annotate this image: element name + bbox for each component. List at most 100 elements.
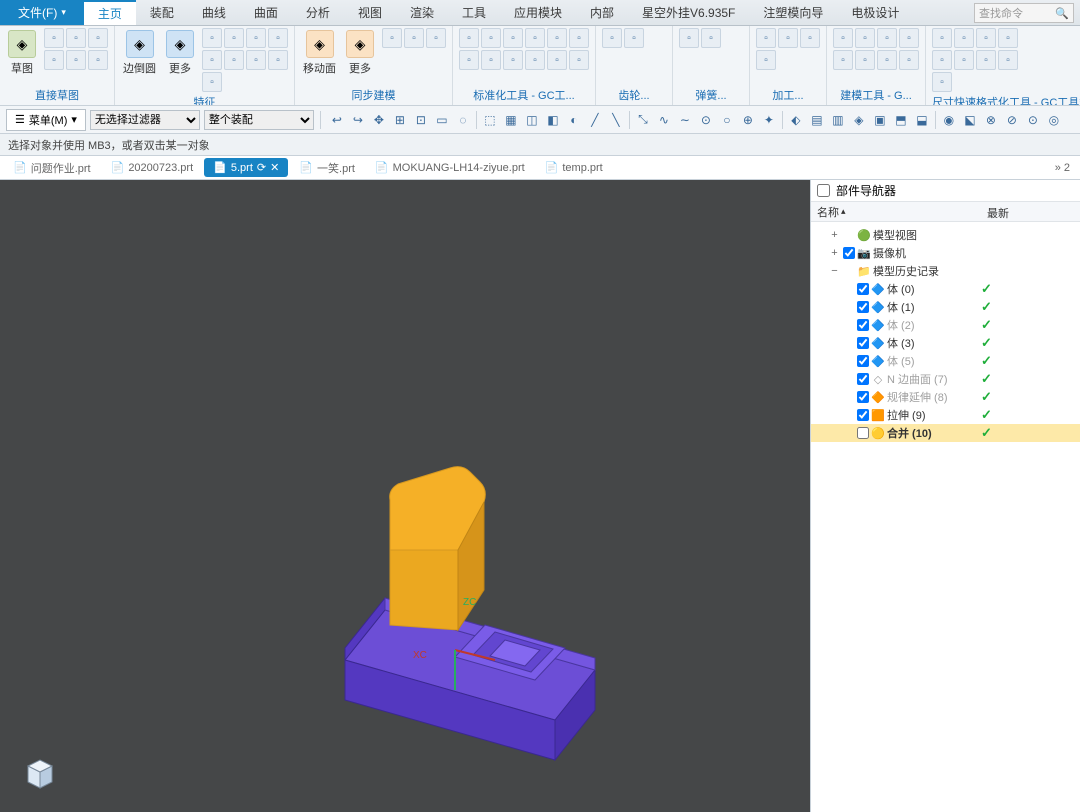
toolbar-icon[interactable]: ╲ (606, 110, 626, 130)
command-search[interactable]: 查找命令 🔍 (974, 3, 1074, 23)
ribbon-small-button[interactable]: ▫ (833, 50, 853, 70)
toolbar-icon[interactable]: ∼ (675, 110, 695, 130)
ribbon-small-button[interactable]: ▫ (547, 28, 567, 48)
ribbon-small-button[interactable]: ▫ (44, 28, 64, 48)
ribbon-small-button[interactable]: ▫ (998, 50, 1018, 70)
ribbon-small-button[interactable]: ▫ (877, 50, 897, 70)
ribbon-button[interactable]: ◈更多 (344, 28, 376, 78)
tree-row[interactable]: 🔶规律延伸 (8)✓ (811, 388, 1080, 406)
ribbon-small-button[interactable]: ▫ (932, 50, 952, 70)
ribbon-small-button[interactable]: ▫ (246, 28, 266, 48)
tree-row[interactable]: 🔷体 (3)✓ (811, 334, 1080, 352)
ribbon-small-button[interactable]: ▫ (459, 50, 479, 70)
ribbon-small-button[interactable]: ▫ (976, 50, 996, 70)
ribbon-small-button[interactable]: ▫ (44, 50, 64, 70)
tree-checkbox[interactable] (857, 391, 869, 403)
assembly-filter[interactable]: 整个装配 (204, 110, 314, 130)
tree-checkbox[interactable] (857, 319, 869, 331)
ribbon-button[interactable]: ◈草图 (6, 28, 38, 78)
ribbon-small-button[interactable]: ▫ (899, 50, 919, 70)
ribbon-small-button[interactable]: ▫ (246, 50, 266, 70)
toolbar-icon[interactable]: ⊡ (411, 110, 431, 130)
ribbon-small-button[interactable]: ▫ (932, 72, 952, 92)
toolbar-icon[interactable]: ▥ (828, 110, 848, 130)
file-menu[interactable]: 文件(F) ▾ (0, 0, 84, 25)
ribbon-small-button[interactable]: ▫ (202, 50, 222, 70)
ribbon-small-button[interactable]: ▫ (202, 28, 222, 48)
toolbar-icon[interactable]: ▭ (432, 110, 452, 130)
tab-analysis[interactable]: 分析 (292, 0, 344, 25)
tree-checkbox[interactable] (857, 373, 869, 385)
tree-checkbox[interactable] (857, 301, 869, 313)
ribbon-small-button[interactable]: ▫ (459, 28, 479, 48)
ribbon-button[interactable]: ◈移动面 (301, 28, 338, 78)
toolbar-icon[interactable]: ◧ (543, 110, 563, 130)
tab-plugin[interactable]: 星空外挂V6.935F (628, 0, 749, 25)
ribbon-small-button[interactable]: ▫ (756, 28, 776, 48)
ribbon-small-button[interactable]: ▫ (954, 50, 974, 70)
doc-tab[interactable]: 📄一笑.prt (290, 157, 364, 179)
ribbon-small-button[interactable]: ▫ (877, 28, 897, 48)
ribbon-button[interactable]: ◈边倒圆 (121, 28, 158, 78)
expand-icon[interactable]: + (829, 229, 840, 241)
col-name[interactable]: 名称 (817, 204, 839, 220)
ribbon-small-button[interactable]: ▫ (503, 50, 523, 70)
tree-checkbox[interactable] (857, 355, 869, 367)
navigator-toggle[interactable] (817, 184, 830, 197)
toolbar-icon[interactable]: ◉ (939, 110, 959, 130)
tree-checkbox[interactable] (857, 427, 869, 439)
ribbon-small-button[interactable]: ▫ (66, 28, 86, 48)
toolbar-icon[interactable]: ⊙ (696, 110, 716, 130)
toolbar-icon[interactable]: ⊞ (390, 110, 410, 130)
refresh-icon[interactable]: ⟳ (257, 161, 266, 174)
toolbar-icon[interactable]: ▣ (870, 110, 890, 130)
tab-electrode[interactable]: 电极设计 (837, 0, 913, 25)
toolbar-icon[interactable]: ⤡ (633, 110, 653, 130)
ribbon-small-button[interactable]: ▫ (224, 28, 244, 48)
ribbon-small-button[interactable]: ▫ (224, 50, 244, 70)
ribbon-small-button[interactable]: ▫ (66, 50, 86, 70)
ribbon-small-button[interactable]: ▫ (701, 28, 721, 48)
toolbar-icon[interactable]: ◌ (453, 110, 473, 130)
toolbar-icon[interactable]: ╱ (585, 110, 605, 130)
doc-tab[interactable]: 📄temp.prt (536, 158, 612, 177)
close-icon[interactable]: ✕ (270, 161, 279, 174)
ribbon-small-button[interactable]: ▫ (602, 28, 622, 48)
tab-mold[interactable]: 注塑模向导 (749, 0, 837, 25)
tree-row[interactable]: 🔷体 (2)✓ (811, 316, 1080, 334)
tree-row[interactable]: 🟧拉伸 (9)✓ (811, 406, 1080, 424)
ribbon-small-button[interactable]: ▫ (954, 28, 974, 48)
3d-viewport[interactable]: XC ZC (0, 180, 810, 812)
tree-row[interactable]: 🔷体 (1)✓ (811, 298, 1080, 316)
tab-internal[interactable]: 内部 (576, 0, 628, 25)
ribbon-small-button[interactable]: ▫ (778, 28, 798, 48)
toolbar-icon[interactable]: ◈ (849, 110, 869, 130)
tab-surface[interactable]: 曲面 (240, 0, 292, 25)
toolbar-icon[interactable]: ▦ (501, 110, 521, 130)
tree-checkbox[interactable] (843, 247, 855, 259)
ribbon-small-button[interactable]: ▫ (404, 28, 424, 48)
toolbar-icon[interactable]: ⊙ (1023, 110, 1043, 130)
toolbar-icon[interactable]: ◎ (1044, 110, 1064, 130)
toolbar-icon[interactable]: ⊘ (1002, 110, 1022, 130)
tree-checkbox[interactable] (857, 409, 869, 421)
ribbon-small-button[interactable]: ▫ (998, 28, 1018, 48)
ribbon-small-button[interactable]: ▫ (547, 50, 567, 70)
toolbar-icon[interactable]: ⬖ (786, 110, 806, 130)
toolbar-icon[interactable]: ◫ (522, 110, 542, 130)
ribbon-button[interactable]: ◈更多 (164, 28, 196, 78)
ribbon-small-button[interactable]: ▫ (88, 50, 108, 70)
expand-icon[interactable]: − (829, 265, 840, 277)
doc-tab[interactable]: 📄20200723.prt (102, 158, 203, 177)
tab-tools[interactable]: 工具 (448, 0, 500, 25)
toolbar-icon[interactable]: ⬓ (912, 110, 932, 130)
toolbar-icon[interactable]: ⬕ (960, 110, 980, 130)
tree-row[interactable]: +🟢模型视图 (811, 226, 1080, 244)
ribbon-small-button[interactable]: ▫ (525, 28, 545, 48)
ribbon-small-button[interactable]: ▫ (88, 28, 108, 48)
ribbon-small-button[interactable]: ▫ (624, 28, 644, 48)
tab-app-module[interactable]: 应用模块 (500, 0, 576, 25)
toolbar-icon[interactable]: ↪ (348, 110, 368, 130)
ribbon-small-button[interactable]: ▫ (833, 28, 853, 48)
tab-view[interactable]: 视图 (344, 0, 396, 25)
